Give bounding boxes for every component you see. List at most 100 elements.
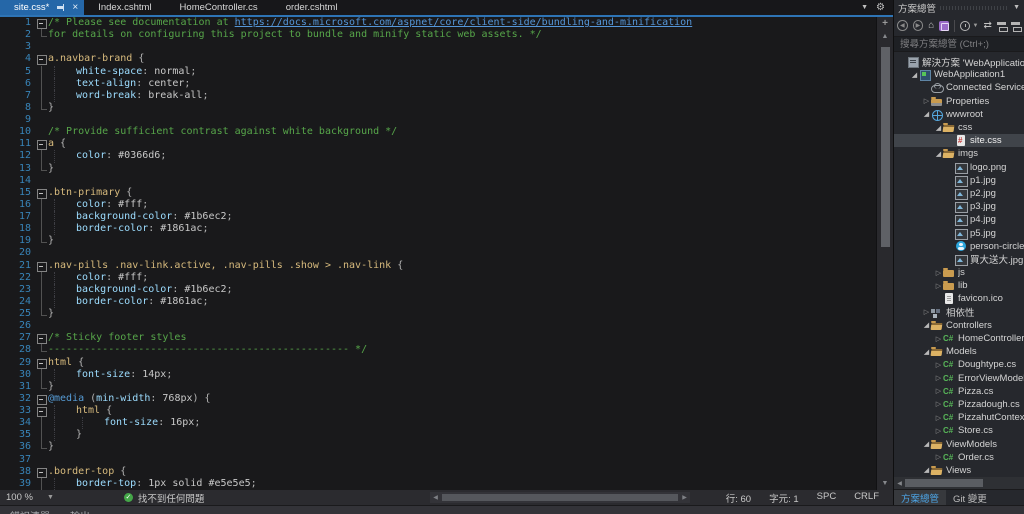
code-line[interactable]: 11 a { xyxy=(0,138,876,151)
code-line[interactable]: 18 border-color: #1861ac; xyxy=(0,223,876,236)
code-line[interactable]: 16 color: #fff; xyxy=(0,198,876,212)
code-line[interactable]: 10 /* Provide sufficient contrast against… xyxy=(0,126,876,138)
fold-collapse-icon[interactable] xyxy=(36,138,48,151)
filter-dropdown-icon[interactable]: ▼ xyxy=(973,23,979,29)
tree-item[interactable]: p1.jpg xyxy=(894,174,1024,187)
fold-collapse-icon[interactable] xyxy=(36,405,48,418)
tree-item[interactable]: ◢ imgs xyxy=(894,147,1024,160)
tree-item[interactable]: ▷ js xyxy=(894,266,1024,279)
solution-explorer-header[interactable]: 方案總管 ▼ xyxy=(894,0,1024,15)
forward-icon[interactable]: ▶ xyxy=(912,20,924,31)
code-line[interactable]: 25} xyxy=(0,308,876,320)
code-line[interactable]: 15 .btn-primary { xyxy=(0,187,876,199)
back-icon[interactable]: ◀ xyxy=(897,20,908,31)
tree-item[interactable]: 解決方案 'WebApplication1' xyxy=(894,55,1024,68)
code-line[interactable]: 14 xyxy=(0,175,876,187)
bottom-panel-tab[interactable]: 錯誤清單 xyxy=(0,506,60,514)
collapse-all-icon[interactable] xyxy=(996,21,1008,32)
editor-vertical-scrollbar[interactable]: + ▲ ▼ xyxy=(876,17,893,490)
tree-item[interactable]: site.css xyxy=(894,134,1024,148)
line-ending-indicator[interactable]: CRLF xyxy=(854,491,879,505)
tree-item[interactable]: person-circle.svg xyxy=(894,240,1024,253)
tree-item[interactable]: 買大送大.jpg xyxy=(894,253,1024,266)
document-tab[interactable]: site.css* × xyxy=(0,0,85,15)
code-line[interactable]: 7 word-break: break-all; xyxy=(0,89,876,103)
tree-item[interactable]: favicon.ico xyxy=(894,292,1024,305)
tree-item[interactable]: ▷ Pizzadough.cs xyxy=(894,398,1024,411)
panel-horizontal-scrollbar[interactable]: ◀ xyxy=(894,477,1024,489)
panel-drag-handle[interactable] xyxy=(940,5,1010,10)
code-line[interactable]: 9 xyxy=(0,114,876,126)
editor-horizontal-scrollbar[interactable]: ◀ ▶ xyxy=(430,492,690,503)
solution-explorer-search-input[interactable]: 搜尋方案總管 (Ctrl+;) xyxy=(894,36,1024,52)
tree-item[interactable]: p5.jpg xyxy=(894,226,1024,240)
active-files-dropdown-icon[interactable]: ▼ xyxy=(861,4,868,11)
code-line[interactable]: 26 xyxy=(0,320,876,332)
code-line[interactable]: 27 /* Sticky footer styles xyxy=(0,332,876,345)
document-tab[interactable]: HomeController.cs xyxy=(166,0,272,15)
scroll-up-icon[interactable]: ▲ xyxy=(877,31,893,43)
panel-tab-active[interactable]: 方案總管 xyxy=(894,490,947,505)
window-position-icon[interactable]: ▼ xyxy=(1013,4,1020,11)
collapsed-arrow-icon[interactable]: ▷ xyxy=(934,282,943,290)
zoom-control[interactable]: 100 % ▼ xyxy=(0,492,60,503)
code-line[interactable]: 31} xyxy=(0,380,876,393)
horizontal-scrollbar-thumb[interactable] xyxy=(442,494,678,501)
tree-item[interactable]: p4.jpg xyxy=(894,213,1024,227)
collapsed-arrow-icon[interactable]: ▷ xyxy=(922,97,931,105)
tree-item[interactable]: ▷ HomeController.cs xyxy=(894,332,1024,345)
code-line[interactable]: 12 color: #0366d6; xyxy=(0,150,876,163)
tree-item[interactable]: ▷ ErrorViewModel.cs xyxy=(894,372,1024,385)
collapsed-arrow-icon[interactable]: ▷ xyxy=(934,387,943,395)
collapsed-arrow-icon[interactable]: ▷ xyxy=(934,414,943,422)
scroll-down-icon[interactable]: ▼ xyxy=(877,478,893,490)
tree-item[interactable]: p3.jpg xyxy=(894,200,1024,214)
collapsed-arrow-icon[interactable]: ▷ xyxy=(934,453,943,461)
scroll-left-icon[interactable]: ◀ xyxy=(430,494,441,501)
tree-item[interactable]: p2.jpg xyxy=(894,187,1024,200)
home-icon[interactable]: ⌂ xyxy=(928,20,934,31)
code-line[interactable]: 33 html { xyxy=(0,405,876,418)
document-tab[interactable]: Index.cshtml xyxy=(84,0,165,15)
panel-hscrollbar-thumb[interactable] xyxy=(905,479,983,487)
tree-item[interactable]: ▷ Store.cs xyxy=(894,424,1024,437)
tree-item[interactable]: ▷ Order.cs xyxy=(894,451,1024,464)
char-indicator[interactable]: 字元: 1 xyxy=(769,491,799,505)
code-line[interactable]: 30 font-size: 14px; xyxy=(0,368,876,381)
zoom-level[interactable]: 100 % xyxy=(6,492,33,503)
code-line[interactable]: 35} xyxy=(0,429,876,442)
scroll-left-icon[interactable]: ◀ xyxy=(894,480,905,487)
code-line[interactable]: 6 text-align: center; xyxy=(0,77,876,90)
switch-views-icon[interactable]: ⇄ xyxy=(983,20,991,31)
tree-item[interactable]: ◢ Controllers xyxy=(894,319,1024,332)
code-editor[interactable]: 1 /* Please see documentation at https://… xyxy=(0,17,876,490)
tree-item[interactable]: ▷ PizzahutContext.cs xyxy=(894,411,1024,424)
collapsed-arrow-icon[interactable]: ▷ xyxy=(922,308,931,316)
bottom-panel-tab[interactable]: 輸出 xyxy=(60,506,100,514)
tree-item[interactable]: Connected Services xyxy=(894,81,1024,94)
code-line[interactable]: 39 border-top: 1px solid #e5e5e5; xyxy=(0,477,876,490)
code-line[interactable]: 32 @media (min-width: 768px) { xyxy=(0,393,876,406)
code-line[interactable]: 5 white-space: normal; xyxy=(0,65,876,78)
tree-item[interactable]: ▷ Doughtype.cs xyxy=(894,358,1024,371)
tree-item[interactable]: ▷ Properties xyxy=(894,95,1024,108)
fold-collapse-icon[interactable] xyxy=(36,260,48,272)
tree-item[interactable]: ▷ lib xyxy=(894,279,1024,292)
fold-collapse-icon[interactable] xyxy=(36,332,48,345)
code-line[interactable]: 23 background-color: #1b6ec2; xyxy=(0,283,876,297)
tree-item[interactable]: ▷ Pizza.cs xyxy=(894,385,1024,398)
expanded-arrow-icon[interactable]: ◢ xyxy=(922,440,931,448)
pin-tab-icon[interactable] xyxy=(56,3,65,12)
code-line[interactable]: 22 color: #fff; xyxy=(0,271,876,284)
fold-collapse-icon[interactable] xyxy=(36,393,48,406)
fold-collapse-icon[interactable] xyxy=(36,357,48,369)
code-line[interactable]: 36} xyxy=(0,441,876,453)
fold-collapse-icon[interactable] xyxy=(36,466,48,478)
panel-tab-inactive[interactable]: Git 變更 xyxy=(946,490,994,505)
collapsed-arrow-icon[interactable]: ▷ xyxy=(934,269,943,277)
fold-collapse-icon[interactable] xyxy=(36,17,48,30)
code-line[interactable]: 21 .nav-pills .nav-link.active, .nav-pill… xyxy=(0,260,876,272)
collapsed-arrow-icon[interactable]: ▷ xyxy=(934,400,943,408)
code-line[interactable]: 17 background-color: #1b6ec2; xyxy=(0,211,876,224)
scroll-right-icon[interactable]: ▶ xyxy=(679,494,690,501)
